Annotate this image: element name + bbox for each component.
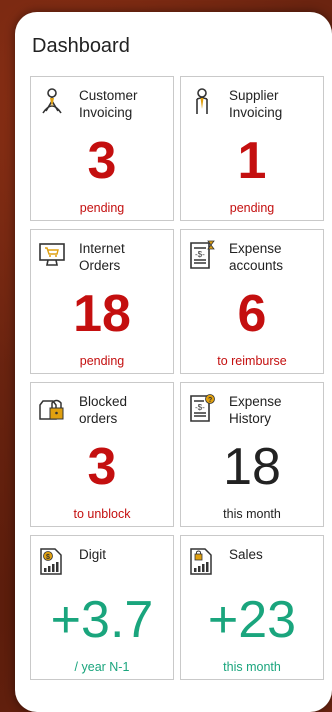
card-value: +3.7 <box>50 591 154 649</box>
card-digit[interactable]: $ Digit +3.7 / year N-1 <box>30 535 174 680</box>
svg-text:$: $ <box>46 554 50 561</box>
card-label: Supplier Invoicing <box>229 88 283 120</box>
card-subtext: pending <box>229 201 275 215</box>
expense-history-icon: -$- ? <box>189 393 215 423</box>
svg-text:-$-: -$- <box>195 250 205 259</box>
card-label: Internet Orders <box>79 241 125 273</box>
card-customer-invoicing[interactable]: Customer Invoicing 3 pending <box>30 76 174 221</box>
computer-cart-icon <box>39 240 65 270</box>
dashboard-grid: Customer Invoicing 3 pending Supplier In… <box>30 76 324 680</box>
card-blocked-orders[interactable]: Blocked orders 3 to unblock <box>30 382 174 527</box>
card-label: Blocked orders <box>79 394 128 426</box>
svg-text:-$-: -$- <box>195 403 205 412</box>
dashboard-panel: Dashboard Customer Invoicing 3 pending S… <box>15 12 332 712</box>
card-subtext: to reimburse <box>217 354 287 368</box>
card-value: 18 <box>223 438 281 496</box>
card-label: Expense accounts <box>229 241 284 273</box>
card-subtext: this month <box>223 507 281 521</box>
card-value: 1 <box>237 132 267 190</box>
card-subtext: pending <box>79 354 125 368</box>
card-subtext: / year N-1 <box>74 660 130 674</box>
digit-chart-icon: $ <box>39 546 65 576</box>
expense-receipt-icon: -$- <box>189 240 215 270</box>
padlock-icon <box>39 393 65 423</box>
card-value: 3 <box>87 438 117 496</box>
card-value: 18 <box>73 285 131 343</box>
supplier-person-icon <box>189 87 215 117</box>
card-label: Digit <box>79 547 107 562</box>
card-subtext: pending <box>79 201 125 215</box>
card-internet-orders[interactable]: Internet Orders 18 pending <box>30 229 174 374</box>
card-label: Sales <box>229 547 263 562</box>
card-label: Expense History <box>229 394 282 426</box>
customer-person-icon <box>39 87 65 117</box>
card-expense-history[interactable]: -$- ? Expense History 18 this month <box>180 382 324 527</box>
sales-chart-icon <box>189 546 215 576</box>
card-sales[interactable]: Sales +23 this month <box>180 535 324 680</box>
card-supplier-invoicing[interactable]: Supplier Invoicing 1 pending <box>180 76 324 221</box>
card-subtext: to unblock <box>73 507 131 521</box>
card-value: 3 <box>87 132 117 190</box>
card-value: 6 <box>237 285 267 343</box>
card-subtext: this month <box>223 660 281 674</box>
card-value: +23 <box>207 591 297 649</box>
page-title: Dashboard <box>32 35 130 57</box>
card-label: Customer Invoicing <box>79 88 138 120</box>
card-expense-accounts[interactable]: -$- Expense accounts 6 to reimburse <box>180 229 324 374</box>
svg-text:?: ? <box>208 397 212 404</box>
